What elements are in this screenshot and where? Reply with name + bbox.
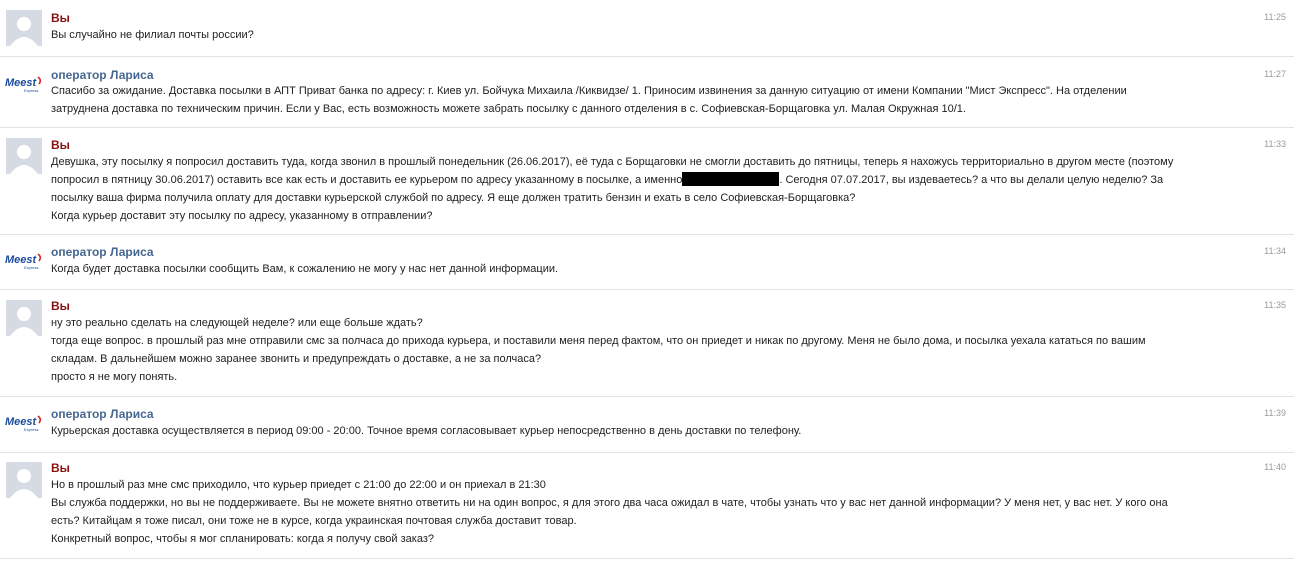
message-author[interactable]: оператор Лариса — [51, 68, 154, 82]
message-time: 11:40 — [1264, 462, 1286, 472]
chat-message: Вы 11:25 Вы случайно не филиал почты рос… — [0, 0, 1294, 56]
message-line: Когда курьер доставит эту посылку по адр… — [51, 210, 433, 222]
message-text: Спасибо за ожидание. Доставка посылки в … — [51, 82, 1271, 118]
message-author[interactable]: Вы — [51, 138, 70, 152]
chat-message: Meest Express оператор Лариса 11:27 Спас… — [0, 57, 1294, 127]
message-line: Курьерская доставка осуществляется в пер… — [51, 425, 802, 437]
message-time: 11:33 — [1264, 139, 1286, 149]
redacted-address — [682, 172, 780, 186]
chat-message: Meest Express оператор Лариса 11:39 Курь… — [0, 397, 1294, 452]
logo-subtext: Express — [24, 427, 38, 432]
message-line: затруднена доставка по техническим причи… — [51, 103, 966, 115]
message-divider — [0, 558, 1294, 559]
message-line: есть? Китайцам я тоже писал, они тоже не… — [51, 515, 577, 527]
message-line: просто я не могу понять. — [51, 371, 178, 383]
message-line-part: попросил в пятницу 30.06.2017) оставить … — [51, 174, 683, 186]
message-text: Но в прошлый раз мне смс приходило, что … — [51, 476, 1271, 548]
meest-logo-icon: Meest Express — [4, 74, 44, 94]
message-line: Спасибо за ожидание. Доставка посылки в … — [51, 85, 1127, 97]
message-time: 11:34 — [1264, 246, 1286, 256]
logo-subtext: Express — [24, 88, 38, 93]
message-time: 11:39 — [1264, 408, 1286, 418]
message-time: 11:27 — [1264, 69, 1286, 79]
meest-logo-icon: Meest Express — [4, 251, 44, 271]
message-line: складам. В дальнейшем можно заранее звон… — [51, 353, 542, 365]
message-line: Но в прошлый раз мне смс приходило, что … — [51, 479, 546, 491]
message-line: попросил в пятницу 30.06.2017) оставить … — [51, 171, 1271, 189]
message-author[interactable]: оператор Лариса — [51, 407, 154, 421]
message-time: 11:25 — [1264, 12, 1286, 22]
message-line: посылку ваша фирма получила оплату для д… — [51, 192, 856, 204]
message-author[interactable]: оператор Лариса — [51, 245, 154, 259]
message-author[interactable]: Вы — [51, 11, 70, 25]
message-author[interactable]: Вы — [51, 299, 70, 313]
message-line-part: . Сегодня 07.07.2017, вы издеваетесь? а … — [779, 174, 1164, 186]
logo-subtext: Express — [24, 265, 38, 270]
message-line: Когда будет доставка посылки сообщить Ва… — [51, 263, 559, 275]
message-line: ну это реально сделать на следующей неде… — [51, 317, 423, 329]
chat-message: Meest Express оператор Лариса 11:34 Когд… — [0, 235, 1294, 289]
chat-message: Вы 11:35 ну это реально сделать на следу… — [0, 290, 1294, 396]
message-text: Девушка, эту посылку я попросил доставит… — [51, 153, 1271, 225]
message-text: Вы случайно не филиал почты россии? — [51, 26, 1271, 44]
chat-message: Вы 11:33 Девушка, эту посылку я попросил… — [0, 128, 1294, 234]
message-line: Вы случайно не филиал почты россии? — [51, 29, 254, 41]
message-line: Девушка, эту посылку я попросил доставит… — [51, 156, 1174, 168]
message-text: Курьерская доставка осуществляется в пер… — [51, 422, 1271, 440]
message-line: Конкретный вопрос, чтобы я мог спланиров… — [51, 533, 434, 545]
user-avatar-icon — [6, 138, 42, 174]
message-author[interactable]: Вы — [51, 461, 70, 475]
message-text: Когда будет доставка посылки сообщить Ва… — [51, 260, 1271, 278]
message-line: Вы служба поддержки, но вы не поддержива… — [51, 497, 1168, 509]
message-time: 11:35 — [1264, 300, 1286, 310]
message-text: ну это реально сделать на следующей неде… — [51, 314, 1271, 386]
message-line: тогда еще вопрос. в прошлый раз мне отпр… — [51, 335, 1146, 347]
meest-logo-icon: Meest Express — [4, 413, 44, 433]
user-avatar-icon — [6, 300, 42, 336]
user-avatar-icon — [6, 10, 42, 46]
chat-message: Вы 11:40 Но в прошлый раз мне смс приход… — [0, 453, 1294, 558]
user-avatar-icon — [6, 462, 42, 498]
